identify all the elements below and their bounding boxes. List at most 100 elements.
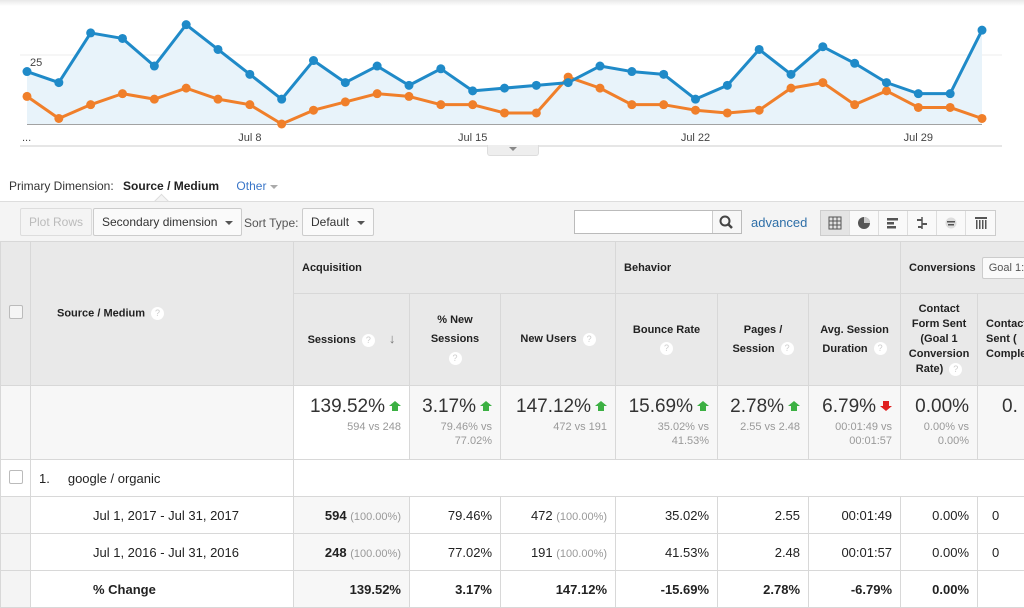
- data-point: [787, 84, 796, 93]
- primary-dimension-source-medium[interactable]: Source / Medium: [123, 179, 219, 193]
- chart-collapse-toggle[interactable]: [487, 145, 539, 156]
- sort-descending-arrow-icon: ↓: [389, 331, 396, 346]
- goal-conversion-rate-cell: 0.00%: [901, 534, 978, 571]
- data-point: [405, 92, 414, 101]
- chevron-down-icon: [509, 147, 517, 151]
- data-point: [946, 103, 955, 112]
- arrow-up-icon: [389, 401, 401, 406]
- data-point: [500, 84, 509, 93]
- grid-table-icon: [828, 216, 842, 230]
- sort-type-label: Sort Type:: [244, 216, 298, 230]
- plot-rows-button[interactable]: Plot Rows: [20, 208, 92, 236]
- pie-chart-view-button[interactable]: [850, 211, 879, 235]
- help-icon[interactable]: ?: [781, 342, 794, 355]
- data-point: [182, 84, 191, 93]
- bounce-rate-cell: 41.53%: [616, 534, 718, 571]
- help-icon[interactable]: ?: [151, 307, 164, 320]
- row-dimension-cell: 1.google / organic: [31, 460, 294, 497]
- help-icon[interactable]: ?: [660, 342, 673, 355]
- data-point: [532, 108, 541, 117]
- performance-view-button[interactable]: [879, 211, 908, 235]
- bounce-rate-change-cell: -15.69%: [616, 571, 718, 608]
- goal-selector-dropdown[interactable]: Goal 1:: [982, 257, 1024, 279]
- select-all-checkbox[interactable]: [9, 305, 23, 319]
- data-point: [54, 114, 63, 123]
- summary-avg-session-duration: 6.79%00:01:49 vs00:01:57: [809, 386, 901, 460]
- advanced-filter-link[interactable]: advanced: [751, 215, 807, 230]
- help-icon[interactable]: ?: [583, 333, 596, 346]
- duration-change-cell: -6.79%: [809, 571, 901, 608]
- data-point: [882, 86, 891, 95]
- goal-conversion-rate-header[interactable]: ContactForm Sent(Goal 1ConversionRate)?: [901, 294, 978, 386]
- x-tick-label: ...: [22, 132, 31, 144]
- data-point: [596, 62, 605, 71]
- data-point: [723, 81, 732, 90]
- data-point: [596, 84, 605, 93]
- data-point: [978, 26, 987, 35]
- data-point: [341, 97, 350, 106]
- summary-new-sessions: 3.17%79.46% vs77.02%: [410, 386, 501, 460]
- row-dimension-link[interactable]: google / organic: [68, 471, 161, 486]
- sessions-cell: 594 (100.00%): [294, 497, 410, 534]
- data-table-view-button[interactable]: [821, 211, 850, 235]
- data-point: [723, 108, 732, 117]
- sessions-cell: 248 (100.00%): [294, 534, 410, 571]
- completions-change-cell: [978, 571, 1024, 608]
- data-point: [691, 106, 700, 115]
- new-users-header[interactable]: New Users?: [501, 294, 616, 386]
- period-label: Jul 1, 2016 - Jul 31, 2016: [31, 534, 294, 571]
- data-point: [309, 56, 318, 65]
- arrow-up-icon: [697, 401, 709, 406]
- help-icon[interactable]: ?: [449, 352, 462, 365]
- bounce-rate-cell: 35.02%: [616, 497, 718, 534]
- pages-change-cell: 2.78%: [718, 571, 809, 608]
- data-point: [118, 89, 127, 98]
- goal-conversion-rate-cell: 0.00%: [901, 497, 978, 534]
- pages-per-session-header[interactable]: Pages /Session?: [718, 294, 809, 386]
- row-checkbox[interactable]: [9, 470, 23, 484]
- data-point: [564, 78, 573, 87]
- table-row-percent-change: % Change 139.52% 3.17% 147.12% -15.69% 2…: [1, 571, 1024, 608]
- term-cloud-view-button[interactable]: [937, 211, 966, 235]
- data-point: [245, 100, 254, 109]
- data-point: [850, 59, 859, 68]
- new-sessions-header[interactable]: % NewSessions?: [410, 294, 501, 386]
- goal-completions-header[interactable]: ContactSent (Comple: [978, 294, 1024, 386]
- pages-per-session-cell: 2.55: [718, 497, 809, 534]
- primary-dimension-other[interactable]: Other: [236, 179, 278, 193]
- data-point: [500, 108, 509, 117]
- data-point: [691, 95, 700, 104]
- term-cloud-icon: [944, 216, 958, 230]
- search-input[interactable]: [579, 212, 713, 234]
- sessions-line-chart: 25 ...Jul 8Jul 15Jul 22Jul 29: [0, 0, 1024, 160]
- help-icon[interactable]: ?: [949, 363, 962, 376]
- data-point: [755, 106, 764, 115]
- summary-goal-completions: 0.: [978, 386, 1024, 460]
- pivot-view-button[interactable]: [966, 211, 995, 235]
- empty-cell: [1, 571, 31, 608]
- help-icon[interactable]: ?: [362, 334, 375, 347]
- data-point: [373, 62, 382, 71]
- data-point: [86, 100, 95, 109]
- table-row-google-organic: 1.google / organic: [1, 460, 1024, 497]
- data-point: [23, 92, 32, 101]
- empty-cell: [1, 534, 31, 571]
- help-icon[interactable]: ?: [874, 342, 887, 355]
- bar-chart-icon: [886, 216, 900, 230]
- table-search: [574, 210, 742, 234]
- comparison-view-button[interactable]: [908, 211, 937, 235]
- sort-type-dropdown[interactable]: Default: [302, 208, 374, 236]
- search-icon: [713, 211, 741, 233]
- select-all-cell: [1, 242, 31, 386]
- bounce-rate-header[interactable]: Bounce Rate?: [616, 294, 718, 386]
- arrow-up-icon: [595, 401, 607, 406]
- data-point: [341, 78, 350, 87]
- pages-per-session-cell: 2.48: [718, 534, 809, 571]
- search-button[interactable]: [712, 211, 741, 233]
- avg-session-duration-header[interactable]: Avg. SessionDuration?: [809, 294, 901, 386]
- secondary-dimension-dropdown[interactable]: Secondary dimension: [93, 208, 242, 236]
- comparison-icon: [915, 216, 929, 230]
- arrow-down-icon: [880, 406, 892, 411]
- sessions-header[interactable]: Sessions?↓: [294, 294, 410, 386]
- chevron-down-icon: [270, 185, 278, 189]
